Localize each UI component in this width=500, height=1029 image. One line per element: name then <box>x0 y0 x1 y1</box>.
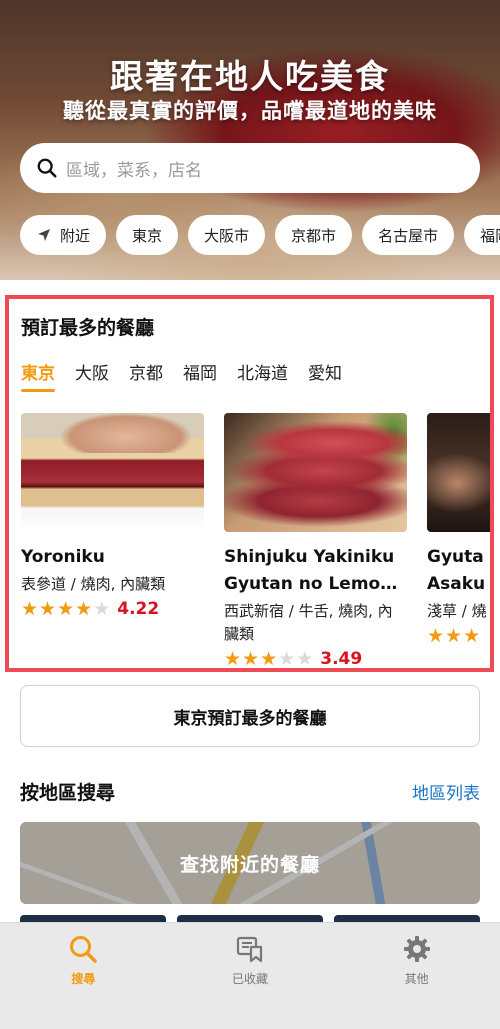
rating: ★ ★ ★ ★ ★ 4.22 <box>21 599 204 619</box>
star-empty-icon: ★ <box>93 598 111 620</box>
hero-banner: 跟著在地人吃美食 聽從最真實的評價，品嚐最道地的美味 區域，菜系，店名 附近 東… <box>0 0 500 280</box>
chip-label: 大阪市 <box>204 226 250 245</box>
rating-score: 3.49 <box>320 649 363 669</box>
chip-tokyo[interactable]: 東京 <box>116 215 179 255</box>
bookmark-list-icon <box>236 936 263 963</box>
tab-other[interactable]: 其他 <box>333 923 500 1029</box>
view-most-booked-button[interactable]: 東京預訂最多的餐廳 <box>20 685 480 747</box>
star-empty-icon: ★ <box>278 648 296 670</box>
restaurant-category-line: 西武新宿 / 牛舌, 燒肉, 內 <box>224 602 393 620</box>
chip-nearby[interactable]: 附近 <box>20 215 107 255</box>
search-input[interactable]: 區域，菜系，店名 <box>20 143 480 193</box>
most-booked-section: 預訂最多的餐廳 東京 大阪 京都 福岡 北海道 愛知 Yoroniku 表參道 … <box>5 295 494 672</box>
area-search-title: 按地區搜尋 <box>20 782 116 804</box>
tab-fukuoka[interactable]: 福岡 <box>183 359 217 392</box>
rating: ★ ★ ★ <box>427 625 490 647</box>
star-icon: ★ <box>427 625 445 647</box>
rating: ★ ★ ★ ★ ★ 3.49 <box>224 648 407 670</box>
star-icon: ★ <box>21 598 39 620</box>
chip-nagoya[interactable]: 名古屋市 <box>362 215 455 255</box>
hero-title: 跟著在地人吃美食 <box>110 57 390 96</box>
restaurant-card[interactable]: Shinjuku Yakiniku Gyutan no Lemon... 西武新… <box>224 413 407 670</box>
tab-tokyo[interactable]: 東京 <box>21 359 55 392</box>
area-list-link[interactable]: 地區列表 <box>412 779 480 804</box>
star-empty-icon: ★ <box>296 648 314 670</box>
tab-label: 搜尋 <box>71 972 96 986</box>
restaurant-name-line: Gyuta <box>427 547 484 567</box>
chip-label: 名古屋市 <box>378 226 439 245</box>
restaurant-card-list: Yoroniku 表參道 / 燒肉, 內臟類 ★ ★ ★ ★ ★ 4.22 Sh… <box>21 413 490 670</box>
restaurant-name-line: Yoroniku <box>21 547 105 567</box>
chip-label: 附近 <box>60 226 91 245</box>
restaurant-name: Shinjuku Yakiniku Gyutan no Lemon... <box>224 544 407 598</box>
restaurant-name-line: Gyutan no Lemon... <box>224 574 407 594</box>
search-icon <box>37 158 57 178</box>
chip-kyoto[interactable]: 京都市 <box>275 215 353 255</box>
star-icon: ★ <box>463 625 481 647</box>
restaurant-category: 淺草 / 燒 <box>427 602 487 620</box>
chip-fukuoka[interactable]: 福岡 <box>464 215 500 255</box>
star-icon: ★ <box>242 648 260 670</box>
section-title: 預訂最多的餐廳 <box>21 317 155 339</box>
restaurant-photo <box>21 413 204 532</box>
map-banner-label: 查找附近的餐廳 <box>179 853 320 876</box>
search-icon <box>70 936 98 963</box>
restaurant-photo <box>224 413 407 532</box>
region-tabs: 東京 大阪 京都 福岡 北海道 愛知 <box>21 359 342 392</box>
star-icon: ★ <box>445 625 463 647</box>
restaurant-category-line: 臟類 <box>224 625 255 643</box>
tab-kyoto[interactable]: 京都 <box>129 359 163 392</box>
gear-icon <box>403 936 430 962</box>
bottom-tab-bar: 搜尋 已收藏 其他 <box>0 922 500 1029</box>
tab-osaka[interactable]: 大阪 <box>75 359 109 392</box>
tab-label: 其他 <box>404 972 429 986</box>
restaurant-card[interactable]: Gyuta Asaku 淺草 / 燒 ★ ★ ★ <box>427 413 490 668</box>
restaurant-card[interactable]: Yoroniku 表參道 / 燒肉, 內臟類 ★ ★ ★ ★ ★ 4.22 <box>21 413 204 668</box>
restaurant-category: 表參道 / 燒肉, 內臟類 <box>21 575 166 593</box>
star-icon: ★ <box>57 598 75 620</box>
chip-osaka[interactable]: 大阪市 <box>188 215 266 255</box>
location-arrow-icon <box>38 229 50 241</box>
search-placeholder: 區域，菜系，店名 <box>66 160 202 181</box>
star-icon: ★ <box>39 598 57 620</box>
tab-saved[interactable]: 已收藏 <box>167 923 334 1029</box>
restaurant-name-line: Asaku <box>427 574 486 594</box>
tab-aichi[interactable]: 愛知 <box>308 359 342 392</box>
restaurant-name: Gyuta Asaku <box>427 544 490 598</box>
star-icon: ★ <box>260 648 278 670</box>
tab-label: 已收藏 <box>232 972 269 986</box>
restaurant-name-line: Shinjuku Yakiniku <box>224 547 395 567</box>
city-chip-row: 附近 東京 大阪市 京都市 名古屋市 福岡 <box>20 215 500 255</box>
rating-score: 4.22 <box>117 599 160 619</box>
chip-label: 京都市 <box>291 226 337 245</box>
restaurant-category: 西武新宿 / 牛舌, 燒肉, 內 臟類 <box>224 600 407 646</box>
star-icon: ★ <box>224 648 242 670</box>
chip-label: 福岡 <box>480 226 500 245</box>
star-icon: ★ <box>75 598 93 620</box>
chip-label: 東京 <box>132 226 163 245</box>
hero-subtitle: 聽從最真實的評價，品嚐最道地的美味 <box>63 99 437 123</box>
restaurant-name: Yoroniku <box>21 544 204 571</box>
tab-hokkaido[interactable]: 北海道 <box>237 359 288 392</box>
restaurant-photo <box>427 413 490 532</box>
find-nearby-map-banner[interactable]: 查找附近的餐廳 <box>20 822 480 904</box>
tab-search[interactable]: 搜尋 <box>0 923 167 1029</box>
